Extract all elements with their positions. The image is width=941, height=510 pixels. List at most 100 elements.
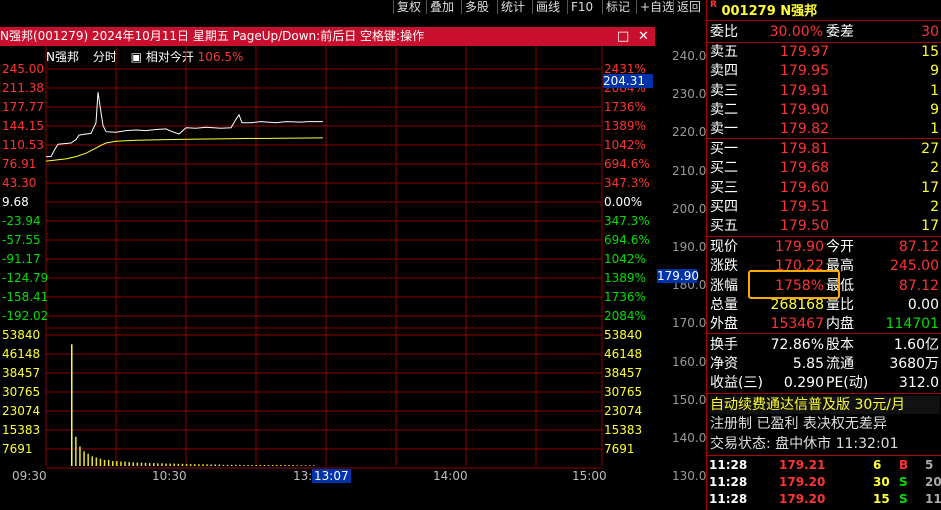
tick-time: 11:28 — [709, 475, 748, 489]
secondary-price-tick: 220.0 — [672, 125, 707, 139]
bid-label: 买五 — [710, 218, 738, 234]
volume-bar — [116, 461, 118, 466]
percent-tick: 694.6% — [604, 157, 650, 171]
menu-multi-stock[interactable]: 多股 — [461, 0, 492, 14]
percent-tick: 1042% — [604, 138, 646, 152]
restore-icon[interactable]: □ — [617, 27, 629, 46]
volume-bar — [87, 453, 89, 466]
volume-tick-right: 46148 — [604, 347, 643, 361]
volume-tick-right: 23074 — [604, 404, 643, 418]
stat-label: 涨跌 — [710, 258, 738, 274]
volume-bar — [148, 463, 151, 466]
ask-volume: 15 — [921, 44, 939, 60]
volume-bar — [103, 459, 106, 466]
stat-row: 外盘 153467 内盘 114701 — [710, 315, 941, 334]
tick-price: 179.20 — [779, 475, 826, 489]
tick-volume: 30 — [873, 475, 890, 489]
time-tick-1030: 10:30 — [152, 469, 187, 483]
percent-tick: 347.3% — [604, 176, 650, 190]
stat-value: 5.85 — [792, 356, 824, 372]
secondary-price-tick: 230.0 — [672, 87, 707, 101]
menu-add-watch[interactable]: +自选 — [636, 0, 677, 14]
highlight-box — [748, 270, 840, 299]
tick-count: 20 — [925, 475, 941, 489]
tick-price: 179.21 — [779, 458, 826, 472]
weibi-value: 30.00% — [769, 24, 823, 40]
price-tick: 43.30 — [2, 176, 37, 190]
volume-bar — [136, 462, 139, 466]
ad-banner[interactable]: 自动续费通达信普及版 30元/月 — [710, 396, 940, 414]
stat-label: 收益(三) — [710, 375, 763, 391]
price-tick: -158.41 — [2, 290, 49, 304]
bid-price: 179.51 — [780, 199, 829, 215]
menu-back[interactable]: 返回 — [673, 0, 704, 14]
secondary-price-tick: 160.0 — [672, 355, 707, 369]
menu-stats[interactable]: 统计 — [497, 0, 528, 14]
ask-row-2: 卖二 179.90 9 — [710, 101, 941, 120]
volume-bar — [271, 465, 274, 466]
volume-bar — [263, 465, 266, 466]
volume-tick-right: 15383 — [604, 423, 643, 437]
percent-tick: 1389% — [604, 271, 646, 285]
stat-value-2: 87.12 — [898, 239, 939, 255]
volume-bar — [235, 464, 237, 466]
bid-volume: 2 — [930, 199, 939, 215]
quote-header: R 001279 N强邦 — [710, 0, 817, 19]
bid-price: 179.50 — [780, 218, 829, 234]
price-tick: 110.53 — [2, 138, 44, 152]
bid-price: 179.60 — [780, 180, 829, 196]
menu-restore-rights[interactable]: 复权 — [393, 0, 424, 14]
volume-tick: 53840 — [2, 328, 41, 342]
price-tick: -91.17 — [2, 252, 41, 266]
menu-overlay[interactable]: 叠加 — [426, 0, 457, 14]
trade-tick-row: 11:28 179.20 30 S 20 — [709, 474, 941, 490]
tick-volume: 6 — [873, 458, 882, 472]
stat-label: 总量 — [710, 297, 738, 313]
volume-bar — [128, 462, 130, 466]
volume-bar — [230, 464, 233, 466]
volume-bar — [214, 464, 216, 466]
tick-time: 11:28 — [709, 458, 748, 472]
secondary-price-tick: 240.0 — [672, 49, 707, 63]
volume-bar — [202, 464, 204, 466]
trade-status: 交易状态: 盘中休市 11:32:01 — [710, 436, 899, 452]
stat-value: 179.90 — [775, 239, 824, 255]
volume-bar — [292, 465, 294, 466]
tick-count: 5 — [925, 458, 934, 472]
percent-tick: 694.6% — [604, 233, 650, 247]
register-info: 注册制 已盈利 表决权无差异 — [710, 416, 887, 432]
stat-value: 72.86% — [770, 337, 824, 353]
volume-tick-right: 30765 — [604, 385, 643, 399]
volume-bar — [124, 461, 126, 466]
close-icon[interactable]: ✕ — [638, 27, 649, 46]
volume-bar — [181, 463, 184, 466]
average-price-line — [45, 137, 324, 162]
ask-volume: 1 — [930, 121, 939, 137]
bid-volume: 2 — [930, 160, 939, 176]
menu-mark[interactable]: 标记 — [602, 0, 633, 14]
stat-value-2: 3680万 — [889, 356, 939, 372]
chart-window-titlebar: N强邦(001279) 2024年10月11日 星期五 PageUp/Down:… — [0, 27, 655, 46]
secondary-price-tick: 210.0 — [672, 164, 707, 178]
volume-tick: 15383 — [2, 423, 41, 437]
volume-bar — [259, 465, 262, 466]
menu-f10[interactable]: F10 — [567, 0, 596, 14]
ask-price: 179.95 — [780, 63, 829, 79]
volume-bar — [308, 465, 311, 466]
bid-volume: 27 — [921, 141, 939, 157]
volume-bar — [169, 463, 171, 466]
stat-row-2: 换手 72.86% 股本 1.60亿 — [710, 336, 941, 355]
menu-draw[interactable]: 画线 — [532, 0, 563, 14]
stat-label: 外盘 — [710, 316, 738, 332]
stat-label-2: 股本 — [826, 337, 854, 353]
secondary-price-tag: 179.90 — [657, 269, 699, 283]
bid-row-4: 买四 179.51 2 — [710, 198, 941, 217]
stat-label: 现价 — [710, 239, 738, 255]
volume-tick: 23074 — [2, 404, 41, 418]
intraday-chart[interactable] — [0, 46, 656, 486]
ask-label: 卖一 — [710, 121, 738, 137]
volume-bar — [153, 463, 155, 466]
volume-tick-right: 7691 — [604, 442, 635, 456]
volume-bar — [288, 465, 290, 466]
ask-label: 卖三 — [710, 83, 738, 99]
